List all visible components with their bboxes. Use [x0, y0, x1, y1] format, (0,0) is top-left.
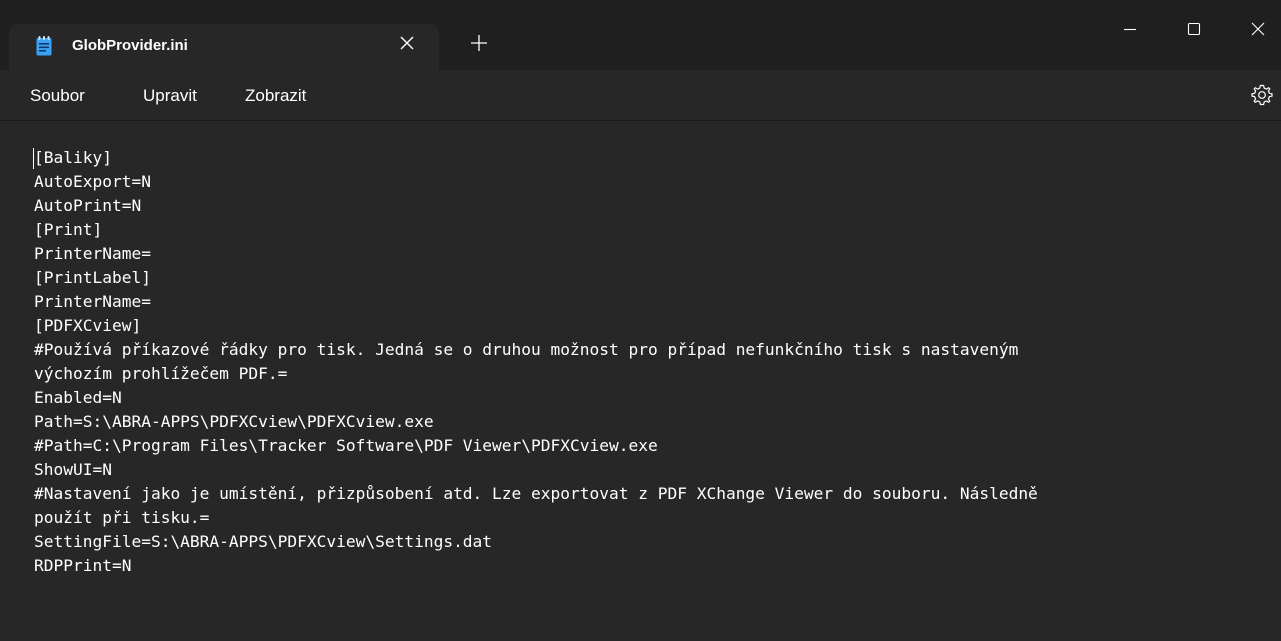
menu-upravit[interactable]: Upravit	[143, 86, 197, 106]
text-line: #Path=C:\Program Files\Tracker Software\…	[34, 436, 658, 455]
tab-globprovider[interactable]: GlobProvider.ini	[9, 24, 439, 70]
maximize-icon[interactable]	[1181, 16, 1207, 42]
menu-bar: Soubor Upravit Zobrazit	[0, 70, 1281, 120]
text-line: PrinterName=	[34, 244, 151, 263]
text-line: výchozím prohlížečem PDF.=	[34, 364, 288, 383]
text-line: [PDFXCview]	[34, 316, 142, 335]
notepad-icon	[36, 36, 52, 56]
text-line: AutoPrint=N	[34, 196, 142, 215]
text-line: #Nastavení jako je umístění, přizpůsoben…	[34, 484, 1038, 503]
plus-icon[interactable]	[468, 32, 490, 54]
close-tab-icon[interactable]	[396, 32, 418, 54]
text-line: SettingFile=S:\ABRA-APPS\PDFXCview\Setti…	[34, 532, 493, 551]
text-line: [Print]	[34, 220, 103, 239]
text-line: použít při tisku.=	[34, 508, 210, 527]
text-line: [Baliky]	[34, 148, 112, 167]
text-line: Path=S:\ABRA-APPS\PDFXCview\PDFXCview.ex…	[34, 412, 434, 431]
text-line: Enabled=N	[34, 388, 122, 407]
close-window-icon[interactable]	[1245, 16, 1271, 42]
editor-content[interactable]: [Baliky] AutoExport=N AutoPrint=N [Print…	[34, 146, 1275, 578]
gear-icon[interactable]	[1250, 83, 1274, 107]
text-line: ShowUI=N	[34, 460, 112, 479]
text-line: AutoExport=N	[34, 172, 151, 191]
notepad-window: GlobProvider.ini Soubor Upravit Zobrazit	[0, 0, 1281, 641]
menu-zobrazit[interactable]: Zobrazit	[245, 86, 306, 106]
text-line: [PrintLabel]	[34, 268, 151, 287]
text-line: #Používá příkazové řádky pro tisk. Jedná…	[34, 340, 1019, 359]
text-line: PrinterName=	[34, 292, 151, 311]
text-line: RDPPrint=N	[34, 556, 132, 575]
text-editor[interactable]: [Baliky] AutoExport=N AutoPrint=N [Print…	[0, 120, 1281, 641]
minimize-icon[interactable]	[1117, 16, 1143, 42]
title-bar[interactable]: GlobProvider.ini	[0, 0, 1281, 70]
tab-title: GlobProvider.ini	[72, 37, 188, 54]
menu-soubor[interactable]: Soubor	[30, 86, 85, 106]
